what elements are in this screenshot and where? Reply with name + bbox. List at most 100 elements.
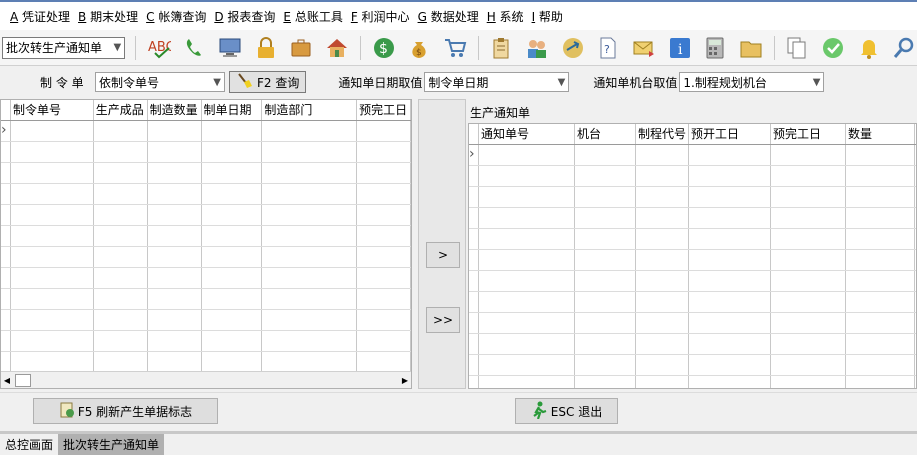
table-cell[interactable] — [262, 268, 358, 288]
scroll-thumb[interactable] — [15, 373, 31, 387]
bell-icon[interactable] — [856, 35, 882, 61]
table-cell[interactable] — [636, 208, 689, 228]
table-cell[interactable] — [357, 226, 411, 246]
users-icon[interactable] — [524, 35, 550, 61]
table-cell[interactable] — [202, 163, 263, 183]
table-cell[interactable] — [11, 331, 94, 351]
table-cell[interactable] — [479, 166, 575, 186]
table-cell[interactable] — [11, 310, 94, 330]
table-cell[interactable] — [11, 352, 94, 372]
table-row[interactable] — [469, 376, 916, 388]
table-cell[interactable] — [636, 376, 689, 388]
table-cell[interactable] — [94, 310, 148, 330]
table-cell[interactable] — [94, 352, 148, 372]
table-cell[interactable] — [846, 292, 915, 312]
table-cell[interactable] — [262, 352, 358, 372]
table-cell[interactable] — [11, 121, 94, 141]
exit-button[interactable]: ESC 退出 — [515, 398, 618, 424]
table-cell[interactable] — [94, 268, 148, 288]
refresh-button[interactable]: F5 刷新产生单据标志 — [33, 398, 218, 424]
table-cell[interactable] — [771, 355, 846, 375]
row-indicator[interactable] — [1, 226, 11, 246]
table-row[interactable] — [1, 352, 411, 373]
table-cell[interactable] — [846, 229, 915, 249]
table-row[interactable] — [1, 226, 411, 247]
scroll-left-icon[interactable]: ◀ — [1, 376, 13, 385]
table-cell[interactable] — [636, 250, 689, 270]
table-cell[interactable] — [575, 313, 636, 333]
row-indicator[interactable] — [1, 289, 11, 309]
menu-period-end[interactable]: B 期末处理 — [78, 8, 138, 25]
row-indicator[interactable] — [1, 163, 11, 183]
table-cell[interactable] — [11, 205, 94, 225]
table-row[interactable] — [469, 313, 916, 334]
table-cell[interactable] — [94, 247, 148, 267]
table-cell[interactable] — [202, 310, 263, 330]
table-cell[interactable] — [636, 334, 689, 354]
table-cell[interactable] — [479, 334, 575, 354]
table-cell[interactable] — [148, 247, 202, 267]
table-row[interactable] — [1, 331, 411, 352]
menu-system[interactable]: H 系统 — [487, 8, 524, 25]
machine-combo[interactable]: 1.制程规划机台 ▼ — [679, 72, 825, 92]
table-row[interactable] — [469, 187, 916, 208]
table-cell[interactable] — [357, 142, 411, 162]
row-indicator[interactable] — [469, 229, 479, 249]
table-cell[interactable] — [771, 145, 846, 165]
table-cell[interactable] — [479, 229, 575, 249]
table-cell[interactable] — [689, 334, 771, 354]
table-cell[interactable] — [148, 331, 202, 351]
work-order-grid[interactable]: 制令单号 生产成品 制造数量 制单日期 制造部门 预完工日 › ◀ ▶ — [0, 99, 412, 389]
table-row[interactable] — [1, 289, 411, 310]
table-cell[interactable] — [148, 121, 202, 141]
col-header[interactable]: 制造部门 — [262, 100, 358, 120]
table-cell[interactable] — [262, 205, 358, 225]
table-row[interactable] — [469, 208, 916, 229]
copy-icon[interactable] — [785, 35, 811, 61]
table-cell[interactable] — [846, 313, 915, 333]
order-combo[interactable]: 依制令单号 ▼ — [95, 72, 225, 92]
horizontal-scrollbar[interactable]: ◀ ▶ — [1, 371, 411, 388]
row-indicator[interactable] — [1, 184, 11, 204]
table-cell[interactable] — [148, 268, 202, 288]
table-cell[interactable] — [636, 229, 689, 249]
col-header[interactable]: 通知单号 — [479, 124, 575, 144]
table-cell[interactable] — [148, 352, 202, 372]
module-select[interactable]: 批次转生产通知单 ▼ — [2, 36, 126, 59]
row-indicator[interactable] — [1, 310, 11, 330]
table-row[interactable] — [1, 205, 411, 226]
phone-icon[interactable] — [182, 35, 208, 61]
table-cell[interactable] — [771, 229, 846, 249]
table-cell[interactable] — [636, 166, 689, 186]
table-cell[interactable] — [689, 229, 771, 249]
table-cell[interactable] — [262, 163, 358, 183]
row-indicator[interactable] — [469, 292, 479, 312]
table-cell[interactable] — [846, 376, 915, 388]
table-cell[interactable] — [94, 184, 148, 204]
table-cell[interactable] — [689, 313, 771, 333]
mail-icon[interactable] — [631, 35, 657, 61]
check-icon[interactable] — [820, 35, 846, 61]
scroll-right-icon[interactable]: ▶ — [399, 376, 411, 385]
table-cell[interactable] — [846, 355, 915, 375]
table-row[interactable] — [469, 166, 916, 187]
table-cell[interactable] — [575, 187, 636, 207]
row-indicator[interactable] — [1, 352, 11, 372]
table-cell[interactable] — [575, 166, 636, 186]
move-one-button[interactable]: > — [426, 242, 460, 268]
clipboard-icon[interactable] — [489, 35, 515, 61]
table-cell[interactable] — [262, 121, 358, 141]
table-cell[interactable] — [636, 292, 689, 312]
table-cell[interactable] — [479, 376, 575, 388]
table-cell[interactable] — [94, 289, 148, 309]
table-cell[interactable] — [479, 187, 575, 207]
menu-gl-tools[interactable]: E 总账工具 — [283, 8, 342, 25]
production-notice-grid[interactable]: 通知单号 机台 制程代号 预开工日 预完工日 数量 › — [468, 123, 917, 389]
spellcheck-icon[interactable]: ABC — [146, 35, 172, 61]
table-cell[interactable] — [575, 355, 636, 375]
table-cell[interactable] — [771, 208, 846, 228]
col-header[interactable]: 制程代号 — [636, 124, 689, 144]
col-header[interactable]: 制单日期 — [202, 100, 263, 120]
cart-icon[interactable] — [442, 35, 468, 61]
table-cell[interactable] — [357, 352, 411, 372]
